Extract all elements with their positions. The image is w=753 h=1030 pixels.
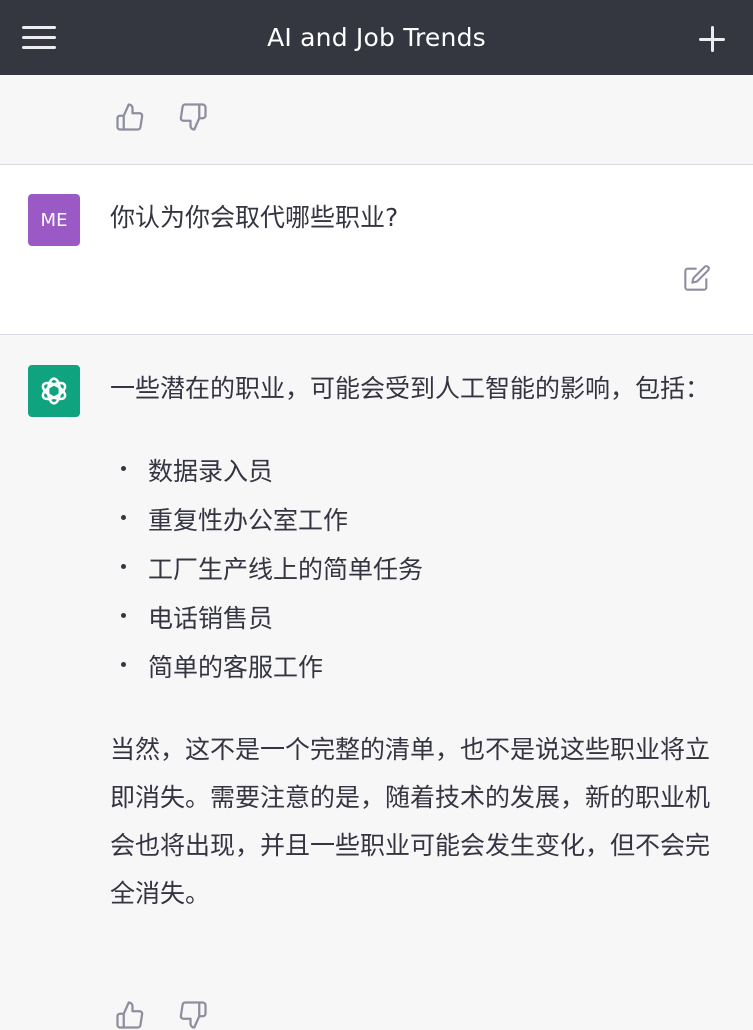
- hamburger-menu-icon[interactable]: [22, 26, 56, 50]
- top-bar: AI and Job Trends: [0, 0, 753, 75]
- assistant-message-body: 一些潜在的职业，可能会受到人工智能的影响，包括： 数据录入员 重复性办公室工作 …: [110, 365, 720, 918]
- assistant-avatar: [28, 365, 80, 417]
- assistant-conclusion: 当然，这不是一个完整的清单，也不是说这些职业将立即消失。需要注意的是，随着技术的…: [110, 735, 711, 908]
- user-message: ME 你认为你会取代哪些职业?: [0, 165, 753, 335]
- assistant-message: 一些潜在的职业，可能会受到人工智能的影响，包括： 数据录入员 重复性办公室工作 …: [0, 335, 753, 1029]
- list-item: 工厂生产线上的简单任务: [110, 545, 720, 594]
- thumbs-down-icon[interactable]: [178, 102, 208, 132]
- list-item: 重复性办公室工作: [110, 496, 720, 545]
- openai-logo-icon: [41, 377, 67, 405]
- thumbs-up-icon[interactable]: [115, 1000, 145, 1030]
- list-item: 数据录入员: [110, 447, 720, 496]
- assistant-intro: 一些潜在的职业，可能会受到人工智能的影响，包括：: [110, 374, 711, 403]
- user-message-text: 你认为你会取代哪些职业?: [110, 203, 399, 232]
- previous-message-feedback: [0, 75, 753, 165]
- job-list: 数据录入员 重复性办公室工作 工厂生产线上的简单任务 电话销售员 简单的客服工作: [110, 447, 720, 692]
- edit-icon[interactable]: [683, 264, 711, 292]
- conversation-title: AI and Job Trends: [267, 23, 486, 52]
- list-item: 简单的客服工作: [110, 643, 720, 692]
- thumbs-up-icon[interactable]: [115, 102, 145, 132]
- list-item: 电话销售员: [110, 594, 720, 643]
- plus-icon[interactable]: [699, 26, 725, 52]
- thumbs-down-icon[interactable]: [178, 1000, 208, 1030]
- user-avatar: ME: [28, 194, 80, 246]
